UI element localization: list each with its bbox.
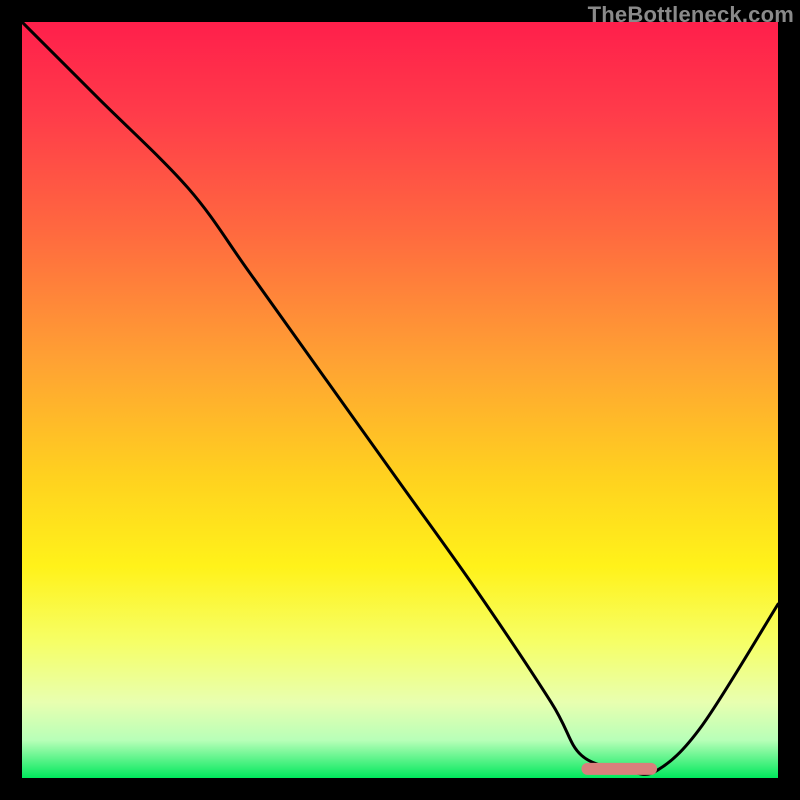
optimal-range-marker: [581, 763, 657, 775]
chart-frame: [22, 22, 778, 778]
bottleneck-chart: [22, 22, 778, 778]
watermark-text: TheBottleneck.com: [588, 2, 794, 28]
